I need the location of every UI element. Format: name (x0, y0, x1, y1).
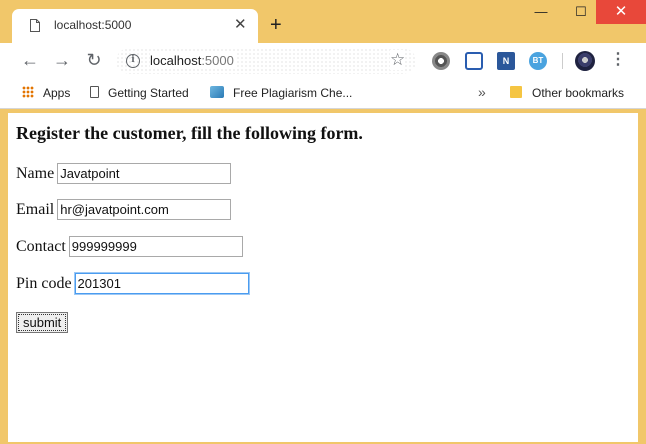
new-tab-button[interactable]: + (270, 15, 282, 35)
other-bookmarks-label: Other bookmarks (532, 86, 625, 100)
other-bookmarks[interactable]: Other bookmarks (510, 86, 624, 100)
profile-avatar[interactable] (575, 51, 595, 71)
page-title: Register the customer, fill the followin… (16, 123, 363, 143)
name-row: Name (16, 163, 232, 184)
plagiarism-site-icon (210, 86, 224, 98)
reload-icon[interactable]: ↻ (84, 50, 104, 70)
document-icon (90, 86, 99, 98)
bookmark-plagiarism-label: Free Plagiarism Che... (233, 86, 353, 100)
onenote-icon[interactable]: N (497, 52, 515, 70)
extension-gear-icon[interactable] (432, 52, 450, 70)
apps-grid-icon (22, 86, 34, 98)
page-icon (30, 19, 40, 32)
minimize-button[interactable]: — (520, 0, 562, 24)
address-bar[interactable]: i localhost:5000 ☆ (116, 48, 416, 74)
name-field[interactable] (57, 163, 232, 184)
pin-code-label: Pin code (16, 274, 72, 292)
browser-toolbar: ← → ↻ i localhost:5000 ☆ N BT ⋮ (0, 43, 646, 79)
email-row: Email (16, 199, 232, 220)
url-host: localhost (150, 53, 202, 68)
pin-row: Pin code (16, 273, 249, 294)
contact-field[interactable] (68, 236, 243, 257)
pin-code-field[interactable] (74, 273, 249, 294)
close-window-button[interactable]: ✕ (596, 0, 646, 24)
email-field[interactable] (57, 199, 232, 220)
extension-icon[interactable] (465, 52, 483, 70)
toolbar-divider (562, 53, 563, 69)
bookmark-star-icon[interactable]: ☆ (390, 50, 406, 70)
browser-tab[interactable]: localhost:5000 ✕ (12, 9, 258, 43)
tab-close-icon[interactable]: ✕ (234, 15, 247, 35)
url-text[interactable]: localhost:5000 (150, 53, 236, 68)
forward-icon[interactable]: → (52, 50, 72, 70)
submit-button[interactable]: submit (16, 312, 69, 333)
bt-extension-icon[interactable]: BT (529, 52, 547, 70)
folder-icon (510, 86, 522, 98)
url-port: :5000 (201, 53, 234, 68)
email-label: Email (16, 200, 55, 218)
bookmark-plagiarism[interactable]: Free Plagiarism Che... (210, 86, 352, 100)
back-icon[interactable]: ← (20, 50, 40, 70)
name-label: Name (16, 164, 55, 182)
bookmark-getting-started-label: Getting Started (108, 86, 189, 100)
bookmarks-overflow-button[interactable]: » (478, 84, 486, 100)
menu-icon[interactable]: ⋮ (610, 49, 626, 71)
bookmark-apps[interactable]: Apps (22, 86, 70, 100)
contact-label: Contact (16, 237, 66, 255)
page-content: Register the customer, fill the followin… (8, 113, 638, 442)
bookmarks-bar: Apps Getting Started Free Plagiarism Che… (0, 79, 646, 109)
info-icon[interactable]: i (126, 54, 140, 68)
title-bar: localhost:5000 ✕ + — ☐ ✕ (0, 0, 646, 43)
page-frame: Register the customer, fill the followin… (0, 110, 646, 444)
bookmark-apps-label: Apps (43, 86, 71, 100)
tab-title: localhost:5000 (54, 18, 132, 32)
bookmark-getting-started[interactable]: Getting Started (90, 86, 189, 100)
contact-row: Contact (16, 236, 243, 257)
